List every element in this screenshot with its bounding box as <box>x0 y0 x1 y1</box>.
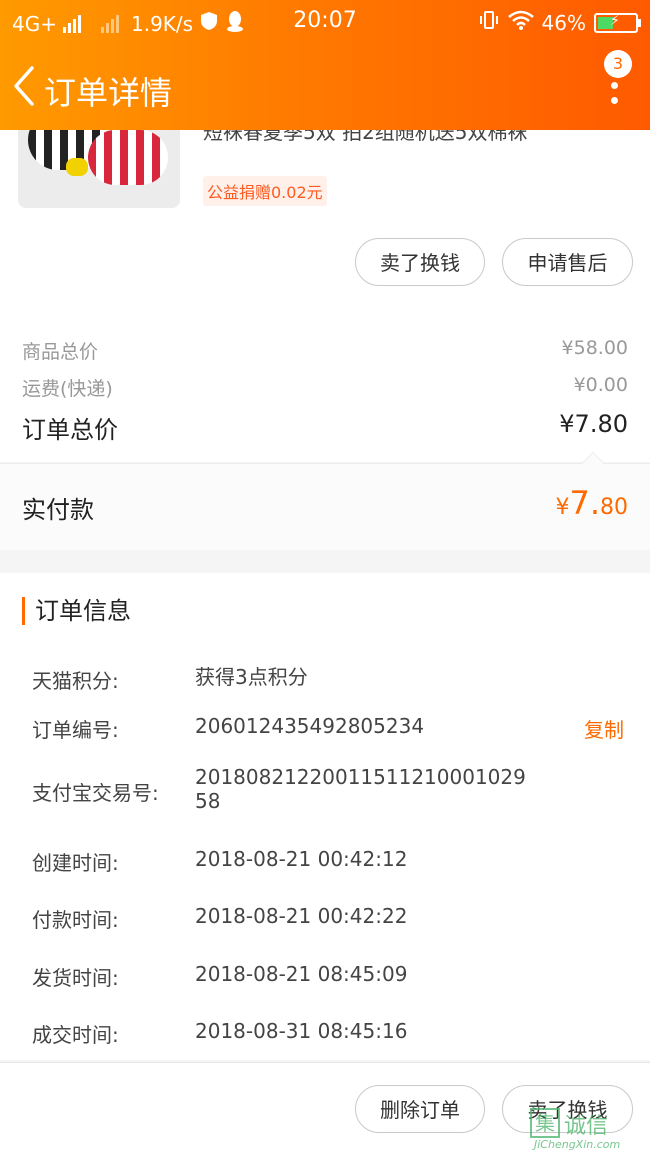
shipping-label: 运费(快递) <box>22 378 113 400</box>
order-total-row: 订单总价 ¥7.80 <box>22 410 628 445</box>
paid-label: 实付款 <box>22 496 94 524</box>
more-dot-icon <box>610 97 618 104</box>
info-value: 2018-08-21 08:45:09 <box>195 962 408 986</box>
info-key: 订单编号: <box>32 718 119 742</box>
paid-amount: ¥7.80 <box>555 484 628 522</box>
goods-total-label: 商品总价 <box>22 341 99 363</box>
status-right: 46% ⚡ <box>478 10 641 35</box>
info-key: 天猫积分: <box>32 669 119 693</box>
watermark-logo: 集 诚信 JiChengXin.com <box>530 1106 648 1152</box>
price-summary: 商品总价 ¥58.00 运费(快递) ¥0.00 订单总价 ¥7.80 <box>0 302 650 462</box>
info-value: 2018082122001151121000102958 <box>195 765 526 813</box>
goods-total-row: 商品总价 ¥58.00 <box>22 337 628 364</box>
paid-currency: ¥ <box>555 495 570 520</box>
order-total-label: 订单总价 <box>22 416 118 444</box>
info-key: 付款时间: <box>32 908 119 932</box>
info-value: 2018-08-21 00:42:22 <box>195 904 408 928</box>
watermark-text: 诚信 <box>564 1114 609 1139</box>
goods-total-value: ¥58.00 <box>561 337 628 359</box>
product-thumbnail[interactable] <box>18 130 180 208</box>
info-key: 成交时间: <box>32 1023 119 1047</box>
wifi-icon <box>507 10 534 35</box>
watermark-char: 集 <box>530 1108 560 1138</box>
info-key: 发货时间: <box>32 966 119 990</box>
vibrate-icon <box>478 10 500 35</box>
info-value: 获得3点积分 <box>195 665 308 689</box>
nav-bar: 订单详情 3 <box>0 44 650 130</box>
paid-decimal: 80 <box>600 495 628 520</box>
more-dot-icon <box>610 82 618 89</box>
battery-percent: 46% <box>541 10 586 35</box>
page-title: 订单详情 <box>44 74 173 112</box>
order-info-title: 订单信息 <box>22 597 131 625</box>
info-value: 2018-08-31 08:45:16 <box>195 1019 408 1043</box>
shipping-row: 运费(快递) ¥0.00 <box>22 374 628 401</box>
header: 4G+ 1.9K/s 20:07 46% ⚡ 订单详情 3 <box>0 0 650 130</box>
more-menu-button[interactable] <box>606 74 622 134</box>
delete-order-button[interactable]: 删除订单 <box>355 1085 485 1133</box>
aftersale-button[interactable]: 申请售后 <box>502 238 633 286</box>
back-button[interactable] <box>10 64 40 108</box>
order-total-value: ¥7.80 <box>559 410 628 438</box>
sell-button[interactable]: 卖了换钱 <box>355 238 485 286</box>
caret-up-icon <box>581 452 605 464</box>
paid-integer: 7. <box>569 484 600 522</box>
info-value: 206012435492805234 <box>195 714 425 738</box>
info-value: 2018-08-21 00:42:12 <box>195 847 408 871</box>
bottom-action-bar: 删除订单 卖了换钱 集 诚信 JiChengXin.com <box>0 1062 650 1156</box>
info-key: 支付宝交易号: <box>32 781 159 805</box>
shipping-value: ¥0.00 <box>573 374 628 396</box>
order-info-section: 订单信息 天猫积分: 获得3点积分 订单编号: 2060124354928052… <box>0 573 650 1060</box>
info-key: 创建时间: <box>32 851 119 875</box>
copy-button[interactable]: 复制 <box>584 714 624 743</box>
charity-tag: 公益捐赠0.02元 <box>203 176 327 206</box>
watermark-url: JiChengXin.com <box>534 1138 621 1151</box>
product-card[interactable]: 短袜春夏季5双 拍2组随机送5双棉袜 公益捐赠0.02元 卖了换钱 申请售后 <box>0 120 650 302</box>
battery-icon: ⚡ <box>594 12 641 33</box>
paid-amount-row: 实付款 ¥7.80 <box>0 452 650 550</box>
chevron-left-icon <box>14 66 34 106</box>
status-bar: 4G+ 1.9K/s 20:07 46% ⚡ <box>0 0 650 44</box>
